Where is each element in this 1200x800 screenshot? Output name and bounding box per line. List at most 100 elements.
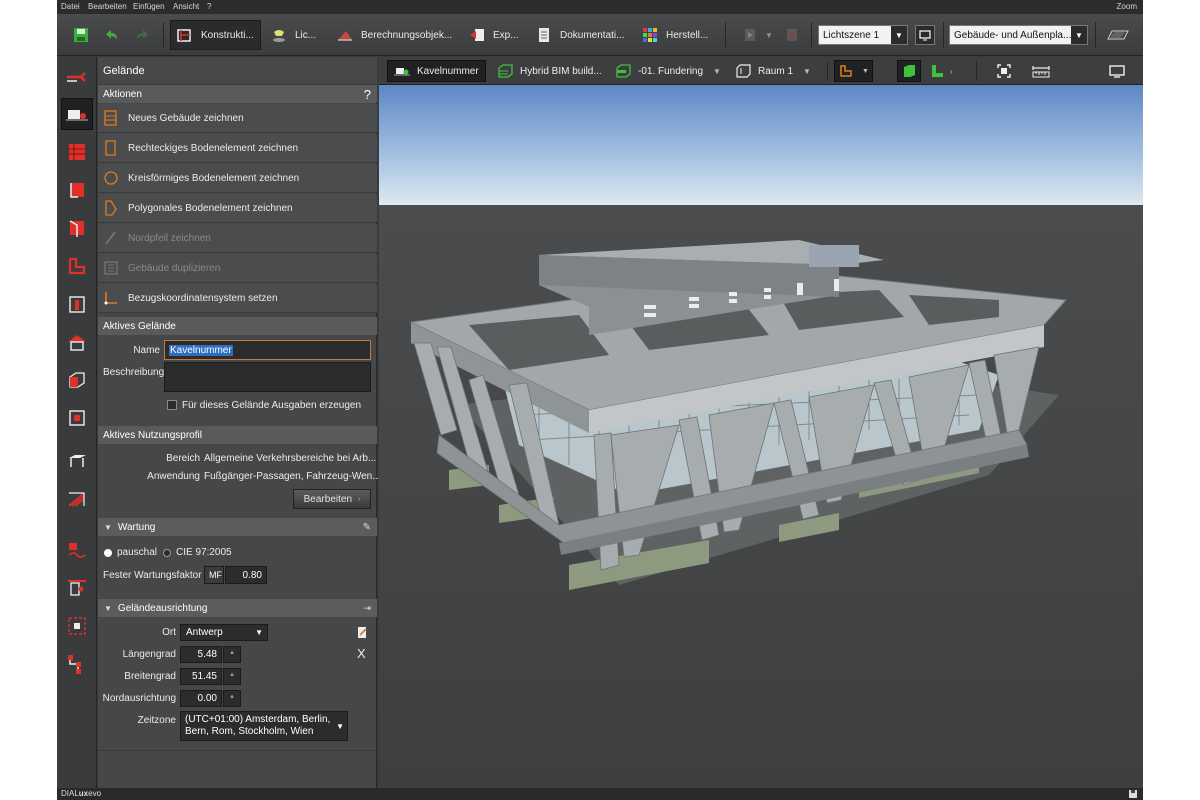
latitude-input[interactable]: 51.45: [180, 668, 222, 685]
view-site-button[interactable]: Kavelnummer: [387, 60, 486, 82]
mode-texture[interactable]: [61, 535, 93, 567]
mode-ceiling[interactable]: [61, 445, 93, 477]
help-icon[interactable]: ?: [364, 87, 371, 102]
panel-title: Gelände: [98, 57, 377, 85]
output-checkbox[interactable]: [167, 400, 177, 410]
mode-cut[interactable]: [61, 648, 93, 680]
action-new-building[interactable]: Neues Gebäude zeichnen: [98, 104, 377, 133]
action-polygonal-floor[interactable]: Polygonales Bodenelement zeichnen: [98, 194, 377, 223]
action-north-arrow[interactable]: Nordpfeil zeichnen: [98, 224, 377, 253]
menu-help[interactable]: ?: [207, 2, 211, 11]
ruler-icon: [1032, 66, 1050, 78]
maintenance-factor-input[interactable]: 0.80: [225, 566, 267, 584]
undo-button[interactable]: [103, 20, 127, 50]
toolbar-separator: [163, 22, 164, 48]
toolbar-separator: [943, 22, 944, 48]
timezone-select[interactable]: (UTC+01:00) Amsterdam, Berlin, Bern, Rom…: [180, 711, 348, 741]
screen-button[interactable]: [915, 25, 935, 45]
longitude-input[interactable]: 5.48: [180, 646, 222, 663]
redo-button[interactable]: [135, 20, 159, 50]
solid-view-icon: [904, 65, 915, 77]
edit-location-icon[interactable]: [357, 626, 368, 639]
light-scene-value: Lichtszene 1: [823, 29, 880, 41]
fit-view-button[interactable]: [996, 60, 1019, 82]
tab-calculation-objects[interactable]: Berechnungsobjek...: [337, 20, 452, 50]
view-room-button[interactable]: Raum 1 ▼: [735, 60, 811, 82]
mode-site[interactable]: [61, 98, 93, 130]
view-building-button[interactable]: Hybrid BIM build...: [497, 60, 602, 82]
tab-light[interactable]: Lic...: [271, 20, 316, 50]
wall-icon: [69, 296, 85, 313]
action-duplicate-building[interactable]: Gebäude duplizieren: [98, 254, 377, 283]
sky: [379, 85, 1143, 205]
coordinate-system-icon: [104, 292, 117, 305]
main-toolbar: Konstrukti... Lic... Berechnungsobjek...…: [57, 14, 1143, 56]
save-button[interactable]: [73, 20, 97, 50]
mode-storey[interactable]: [61, 174, 93, 206]
clear-location-icon[interactable]: X: [357, 646, 366, 661]
mode-luminaire-arrangement[interactable]: [61, 572, 93, 604]
toolbar-separator: [976, 61, 977, 81]
mode-stairs[interactable]: [61, 483, 93, 515]
orientation-header[interactable]: ▼ Geländeausrichtung ⇥: [98, 599, 377, 617]
view-mode-button[interactable]: ▼: [834, 60, 873, 82]
light-icon: [273, 30, 285, 42]
name-input[interactable]: Kavelnummer: [164, 340, 371, 360]
description-input[interactable]: [164, 362, 371, 392]
mode-wall[interactable]: [61, 288, 93, 320]
roof-icon: [68, 335, 86, 351]
mode-floor-plan[interactable]: [61, 250, 93, 282]
chevron-down-icon: ▼: [862, 67, 869, 75]
view-plan-button[interactable]: ›: [929, 60, 953, 82]
tab-documentation[interactable]: Dokumentati...: [536, 20, 624, 50]
divider: [98, 750, 377, 751]
latitude-label: Breitengrad: [124, 671, 176, 682]
mode-site-plan[interactable]: [61, 61, 93, 93]
menu-file[interactable]: Datei: [61, 2, 80, 11]
view-site-label: Kavelnummer: [417, 65, 479, 77]
ground-plane-button[interactable]: [1107, 20, 1137, 50]
north-input[interactable]: 0.00: [180, 690, 222, 707]
stop-button[interactable]: [785, 20, 809, 50]
play-button[interactable]: ▼: [743, 20, 773, 50]
menu-insert[interactable]: Einfügen: [133, 2, 165, 11]
radio-flat[interactable]: [104, 549, 112, 557]
tab-manufacturer[interactable]: Herstell...: [642, 20, 708, 50]
tab-documentation-label: Dokumentati...: [560, 29, 625, 41]
menu-edit[interactable]: Bearbeiten: [88, 2, 127, 11]
mode-cube[interactable]: [61, 364, 93, 396]
save-icon: [74, 28, 88, 42]
name-label: Name: [133, 345, 160, 356]
mode-calculation-surface[interactable]: [61, 610, 93, 642]
pin-icon[interactable]: ⇥: [363, 603, 371, 614]
action-reference-coordinates[interactable]: Bezugskoordinatensystem setzen: [98, 284, 377, 313]
chevron-right-icon: ›: [950, 66, 953, 76]
longitude-label: Längengrad: [122, 649, 176, 660]
timezone-line-1: (UTC+01:00) Amsterdam, Berlin,: [185, 714, 331, 725]
mode-roof[interactable]: [61, 326, 93, 358]
action-rectangular-floor[interactable]: Rechteckiges Bodenelement zeichnen: [98, 134, 377, 163]
menu-view[interactable]: Ansicht: [173, 2, 199, 11]
mode-window[interactable]: [61, 402, 93, 434]
tab-construction[interactable]: Konstrukti...: [170, 20, 261, 50]
monitor-button[interactable]: [1109, 60, 1132, 82]
radio-cie[interactable]: [163, 549, 171, 557]
fit-view-icon: [997, 64, 1011, 78]
chevron-down-icon: ▼: [1071, 26, 1087, 44]
mode-room[interactable]: [61, 212, 93, 244]
tab-export[interactable]: Exp...: [469, 20, 519, 50]
view-storey-button[interactable]: -01. Fundering ▼: [615, 60, 721, 82]
light-scene-select[interactable]: Lichtszene 1 ▼: [818, 25, 908, 45]
zoom-menu[interactable]: Zoom: [1117, 2, 1137, 11]
pin-icon[interactable]: ✎: [363, 522, 371, 533]
maintenance-header[interactable]: ▼ Wartung ✎: [98, 518, 377, 536]
edit-button[interactable]: Bearbeiten ›: [293, 489, 371, 509]
building-select[interactable]: Gebäude- und Außenpla... ▼: [949, 25, 1088, 45]
3d-viewport[interactable]: [379, 85, 1143, 788]
measure-button[interactable]: [1031, 60, 1058, 82]
location-select[interactable]: Antwerp ▼: [180, 624, 268, 641]
view-3d-button[interactable]: [897, 60, 921, 82]
mode-building[interactable]: [61, 136, 93, 168]
floor-plan-icon: [840, 65, 852, 77]
action-circular-floor[interactable]: Kreisförmiges Bodenelement zeichnen: [98, 164, 377, 193]
